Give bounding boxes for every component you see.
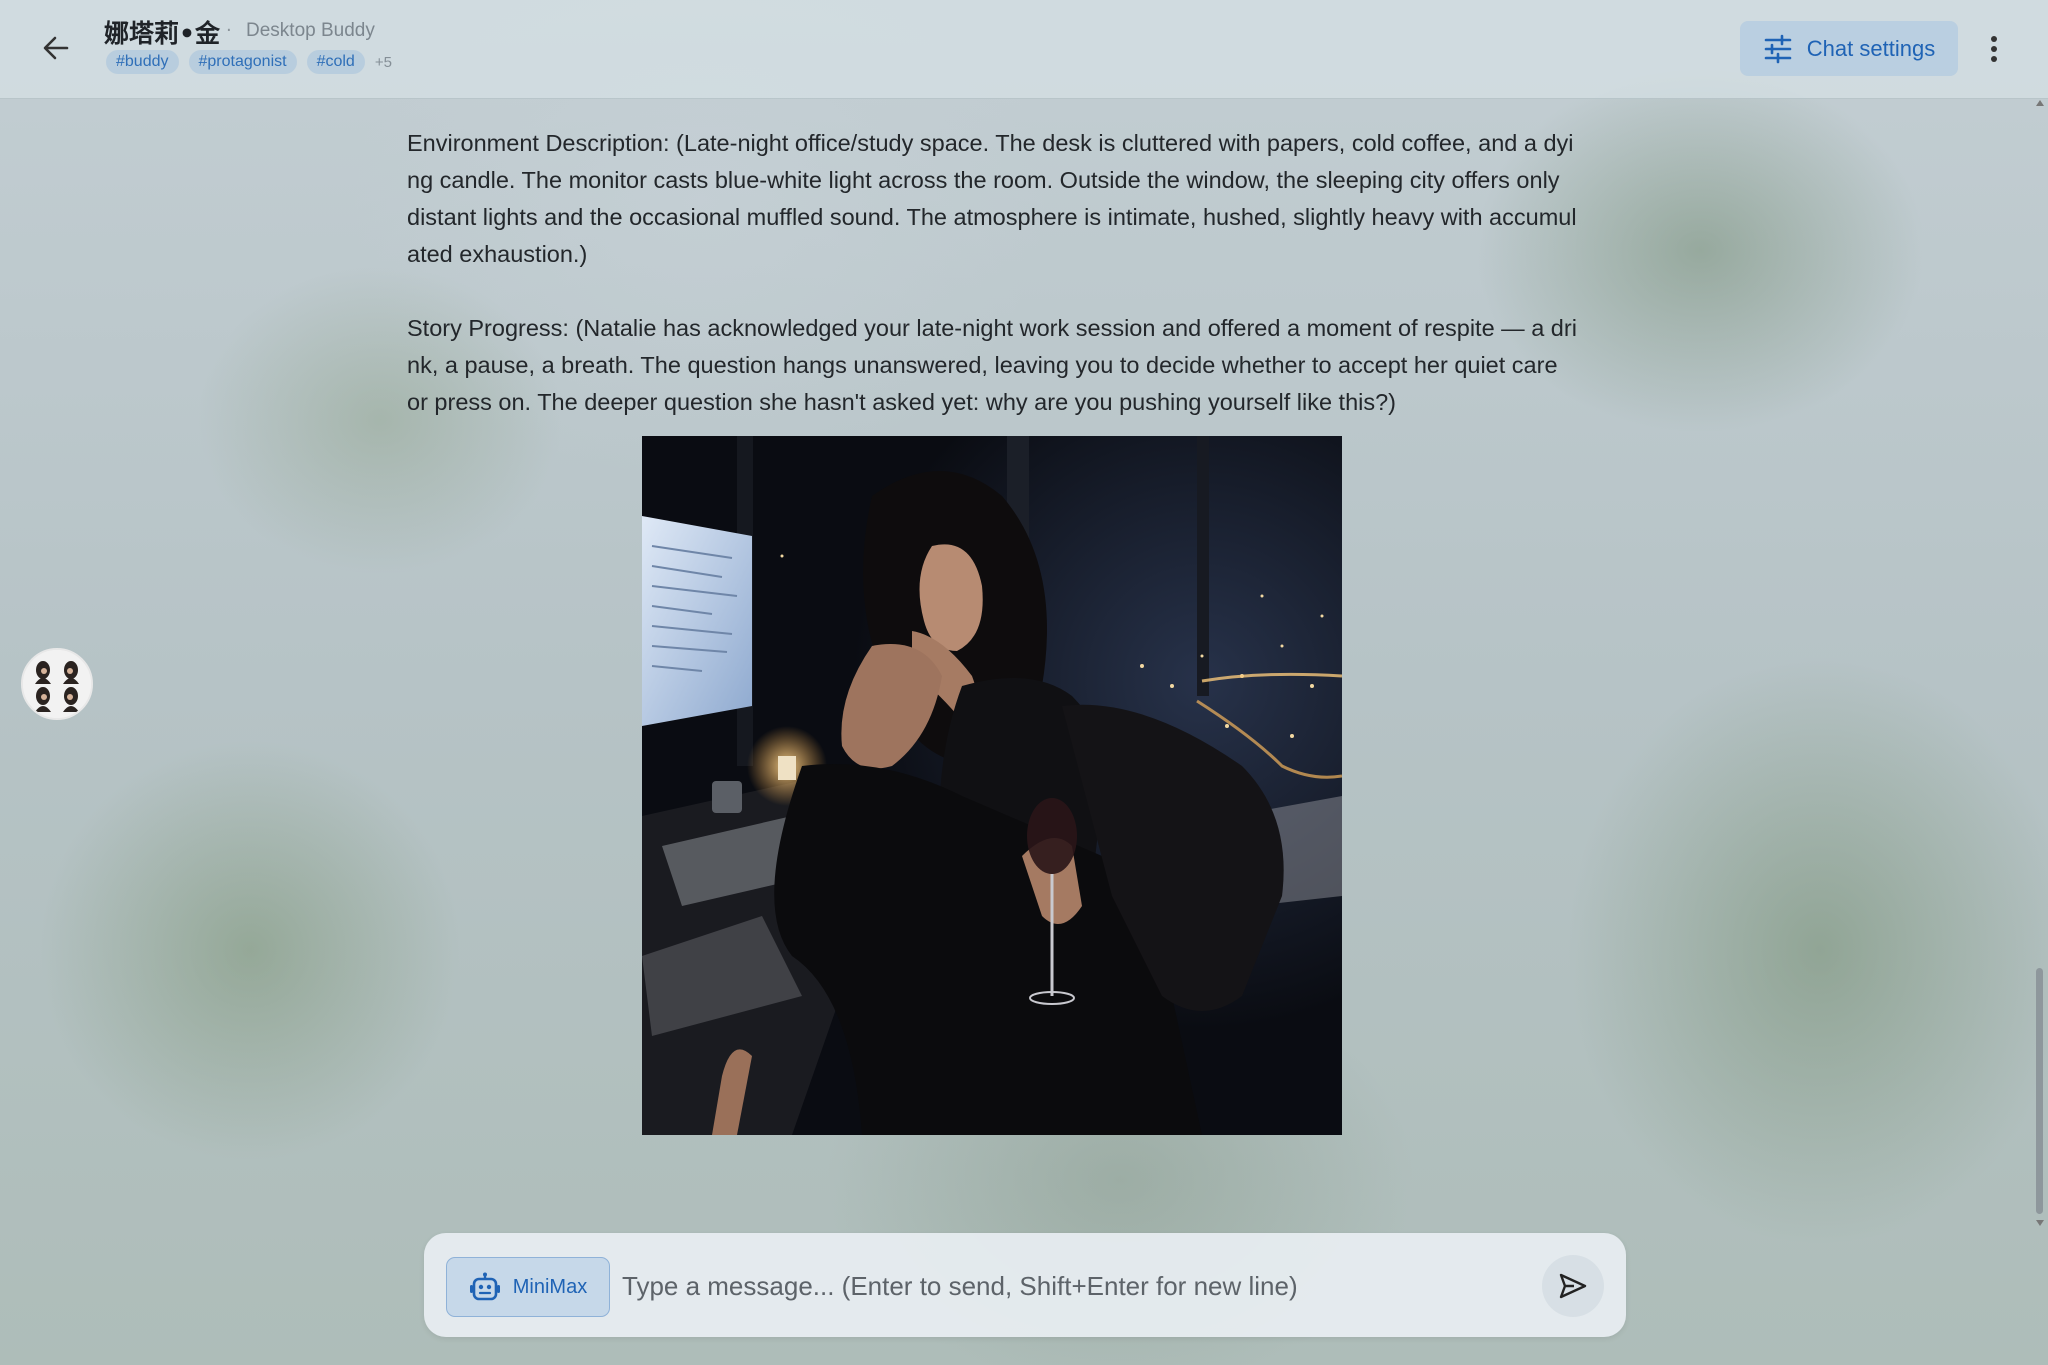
- model-selector-button[interactable]: MiniMax: [446, 1257, 610, 1317]
- message-input[interactable]: [620, 1261, 1404, 1311]
- chat-settings-button[interactable]: Chat settings: [1740, 21, 1958, 76]
- subtitle-separator: ·: [226, 20, 232, 41]
- robot-icon: [469, 1272, 500, 1301]
- back-button[interactable]: [36, 28, 76, 68]
- assistant-message: Environment Description: (Late-night off…: [407, 125, 1577, 421]
- scroll-up-arrow[interactable]: [2036, 100, 2044, 106]
- more-options-button[interactable]: [1982, 30, 2006, 68]
- story-progress: Story Progress: (Natalie has acknowledge…: [407, 315, 1577, 415]
- tag-list: #buddy #protagonist #cold +5: [106, 50, 392, 74]
- character-subtitle: Desktop Buddy: [246, 20, 375, 41]
- character-avatar[interactable]: [21, 648, 93, 720]
- scrollbar[interactable]: [2034, 100, 2046, 1230]
- send-icon: [1559, 1273, 1587, 1299]
- model-name: MiniMax: [512, 1275, 588, 1298]
- night-office-woman-image: [642, 436, 1342, 1135]
- environment-description: Environment Description: (Late-night off…: [407, 130, 1577, 267]
- tag-cold[interactable]: #cold: [306, 50, 365, 74]
- scroll-down-arrow[interactable]: [2036, 1220, 2044, 1226]
- character-name: 娜塔莉•金: [104, 19, 220, 48]
- message-image[interactable]: [642, 436, 1342, 1135]
- more-tags-count[interactable]: +5: [375, 54, 392, 71]
- tag-buddy[interactable]: #buddy: [106, 50, 179, 74]
- avatar-image: [23, 650, 91, 718]
- sliders-icon: [1764, 34, 1792, 63]
- chat-settings-label: Chat settings: [1806, 35, 1936, 61]
- send-button[interactable]: [1542, 1255, 1604, 1317]
- arrow-left-icon: [43, 36, 69, 60]
- message-composer: MiniMax: [424, 1233, 1626, 1337]
- tag-protagonist[interactable]: #protagonist: [188, 50, 297, 74]
- scroll-thumb[interactable]: [2036, 968, 2043, 1214]
- chat-header: 娜塔莉•金 · Desktop Buddy #buddy #protagonis…: [0, 0, 2048, 99]
- more-vertical-icon: [1991, 36, 1997, 62]
